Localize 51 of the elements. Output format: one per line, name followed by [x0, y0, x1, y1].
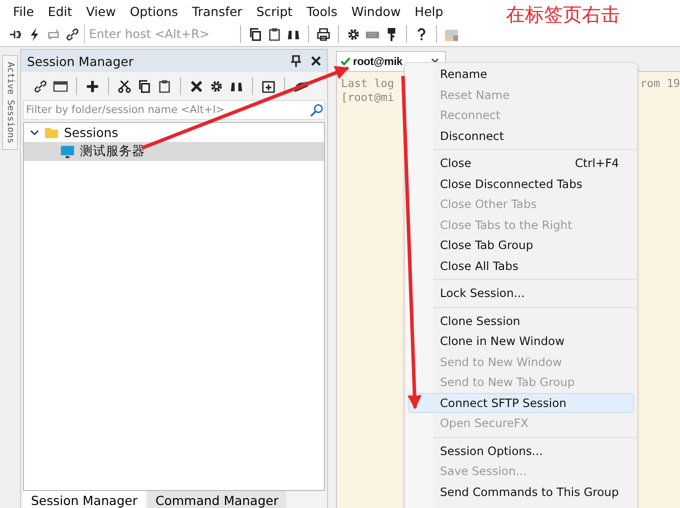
printer-icon[interactable] — [316, 26, 331, 42]
tree-item[interactable]: Sessions — [24, 123, 324, 142]
monitor-icon — [60, 144, 75, 159]
menu-item[interactable]: Clone in New Window — [408, 331, 634, 352]
panel-tab[interactable]: Session Manager — [23, 491, 146, 508]
menu-item[interactable]: Send Commands to This Group — [408, 482, 634, 502]
panel-title: Session Manager — [27, 54, 134, 68]
window-icon[interactable] — [53, 78, 68, 94]
clipboard-icon[interactable] — [267, 26, 282, 42]
panel-tab[interactable]: Command Manager — [147, 491, 286, 508]
menu-item[interactable]: Close Ctrl+F4 — [408, 153, 634, 174]
scissors-icon[interactable] — [117, 78, 132, 94]
menu-item[interactable]: Transfer — [185, 4, 250, 18]
pin-icon[interactable] — [291, 55, 301, 67]
menu-item[interactable]: Close Disconnected Tabs — [408, 174, 634, 194]
menu-item[interactable]: Close Tab Group — [408, 235, 634, 256]
plus-icon[interactable] — [85, 78, 100, 94]
close-icon[interactable] — [311, 56, 321, 66]
menu-item[interactable]: Session Options... — [408, 440, 634, 461]
menu-item[interactable]: Lock Session... — [408, 283, 634, 304]
link-icon[interactable] — [33, 78, 48, 94]
copy-icon[interactable] — [137, 78, 152, 94]
menu-item[interactable]: View — [79, 4, 123, 18]
menu-item[interactable]: Connect SFTP Session — [408, 392, 634, 413]
chevron-icon[interactable] — [30, 128, 39, 137]
active-sessions-tab[interactable]: Active Sessions — [2, 55, 18, 150]
filter-field[interactable]: Filter by folder/session name <Alt+I> — [23, 100, 325, 120]
menu-item[interactable]: Tools — [300, 4, 344, 18]
terminal-text: Last log — [341, 77, 394, 91]
copy-icon[interactable] — [248, 26, 263, 42]
folder-plus-icon[interactable] — [261, 78, 276, 94]
menu-item[interactable]: File — [6, 4, 41, 18]
gear-icon[interactable] — [346, 26, 361, 42]
clipboard-icon[interactable] — [157, 78, 172, 94]
menu-item[interactable]: Window — [344, 4, 408, 18]
menu-item[interactable]: Clone Session — [408, 310, 634, 331]
folder-icon — [44, 125, 59, 140]
annotation-text: 在标签页右击 — [506, 3, 620, 28]
close-icon[interactable] — [189, 78, 204, 94]
terminal-text: rom 19 — [640, 77, 680, 91]
link-icon[interactable] — [65, 26, 80, 42]
gear-icon[interactable] — [209, 78, 224, 94]
menu-item[interactable]: Options — [122, 4, 186, 18]
menu-item[interactable]: Disconnect — [408, 126, 634, 146]
menu-item[interactable]: Help — [408, 4, 450, 18]
terminal-text: [root@mi — [341, 91, 394, 105]
menu-item[interactable]: Edit — [40, 4, 80, 18]
tree-item[interactable]: 测试服务器 — [24, 142, 324, 161]
menu-item[interactable]: Script — [249, 4, 300, 18]
menu-item[interactable]: Close All Tabs — [408, 256, 634, 276]
search-icon[interactable] — [309, 102, 324, 118]
